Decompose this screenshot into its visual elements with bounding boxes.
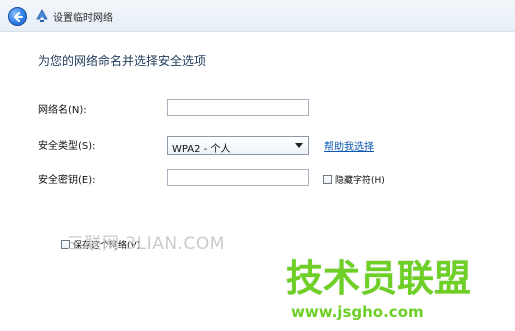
security-type-selected-value: WPA2 - 个人 xyxy=(172,144,231,155)
brand-watermark: 技术员联盟 xyxy=(286,257,471,300)
network-icon xyxy=(36,9,48,22)
help-me-choose-link[interactable]: 帮助我选择 xyxy=(324,138,374,153)
network-name-label: 网络名(N): xyxy=(38,105,87,116)
network-name-input[interactable] xyxy=(167,99,309,116)
brand-url-watermark: www.jsgho.com xyxy=(291,303,424,321)
site-watermark: 三联网 3LIAN.COM xyxy=(67,234,225,254)
security-type-label: 安全类型(S): xyxy=(38,141,96,152)
checkbox-box[interactable] xyxy=(323,175,332,184)
hide-characters-checkbox[interactable]: 隐藏字符(H) xyxy=(323,173,385,186)
security-key-label: 安全密钥(E): xyxy=(38,175,96,186)
back-button[interactable] xyxy=(8,7,27,26)
title-bar: 设置临时网络 xyxy=(0,0,515,32)
chevron-down-icon xyxy=(295,143,303,148)
security-type-dropdown[interactable]: WPA2 - 个人 xyxy=(167,136,309,155)
back-arrow-icon xyxy=(14,12,23,22)
hide-characters-label: 隐藏字符(H) xyxy=(335,176,385,186)
window-title: 设置临时网络 xyxy=(53,13,113,24)
security-key-input[interactable] xyxy=(167,169,309,186)
page-heading: 为您的网络命名并选择安全选项 xyxy=(38,54,207,68)
